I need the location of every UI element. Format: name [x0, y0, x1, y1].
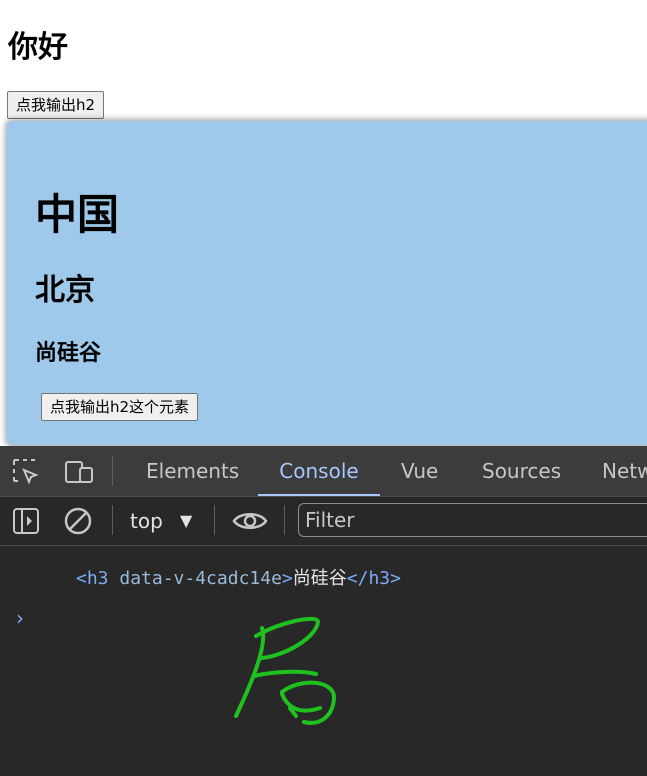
handwritten-annotation [234, 616, 337, 725]
card-h3-heading: 尚硅谷 [35, 341, 102, 366]
output-h2-button[interactable]: 点我输出h2 [7, 91, 105, 119]
component-card: 中国 北京 尚硅谷 点我输出h2这个元素 [7, 121, 647, 445]
output-h2-element-button[interactable]: 点我输出h2这个元素 [41, 393, 199, 421]
page-heading: 你好 [8, 30, 68, 65]
card-h2-heading: 北京 [35, 273, 95, 308]
devtools-panel: Elements Console Vue Sources Netw top ▼ … [0, 446, 647, 776]
card-h1-heading: 中国 [35, 190, 120, 239]
